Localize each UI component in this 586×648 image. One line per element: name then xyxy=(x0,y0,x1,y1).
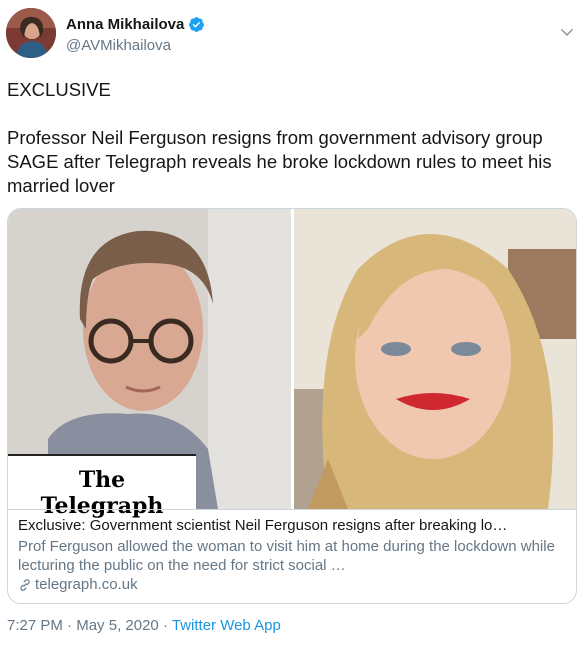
tweet-header: Anna Mikhailova @AVMikhailova xyxy=(6,6,580,62)
verified-badge-icon xyxy=(189,17,205,32)
card-body: Exclusive: Government scientist Neil Fer… xyxy=(8,509,576,603)
card-domain-text: telegraph.co.uk xyxy=(35,576,138,593)
card-description: Prof Ferguson allowed the woman to visit… xyxy=(18,538,555,574)
card-title: Exclusive: Government scientist Neil Fer… xyxy=(18,517,508,534)
tweet-text-line-2: Professor Neil Ferguson resigns from gov… xyxy=(7,127,552,196)
tweet-text: EXCLUSIVE Professor Neil Ferguson resign… xyxy=(7,78,577,198)
author-name-row: Anna Mikhailova xyxy=(66,16,205,33)
tweet-time[interactable]: 7:27 PM xyxy=(7,617,63,634)
author-name[interactable]: Anna Mikhailova xyxy=(66,16,184,33)
meta-separator: · xyxy=(67,617,77,634)
tweet-source-link[interactable]: Twitter Web App xyxy=(172,617,281,634)
meta-separator: · xyxy=(162,617,172,634)
tweet-date[interactable]: May 5, 2020 xyxy=(76,617,159,634)
caret-down-icon[interactable] xyxy=(558,23,576,41)
link-card[interactable]: The Telegraph Exclusive: Government scie… xyxy=(7,208,577,604)
card-image: The Telegraph xyxy=(8,209,576,519)
link-icon xyxy=(20,579,30,591)
author-avatar[interactable] xyxy=(6,8,56,58)
card-domain: telegraph.co.uk xyxy=(18,575,566,595)
tweet-text-line-1: EXCLUSIVE xyxy=(7,79,111,100)
tweet-meta: 7:27 PM · May 5, 2020 · Twitter Web App xyxy=(7,617,281,634)
author-handle[interactable]: @AVMikhailova xyxy=(66,37,171,54)
